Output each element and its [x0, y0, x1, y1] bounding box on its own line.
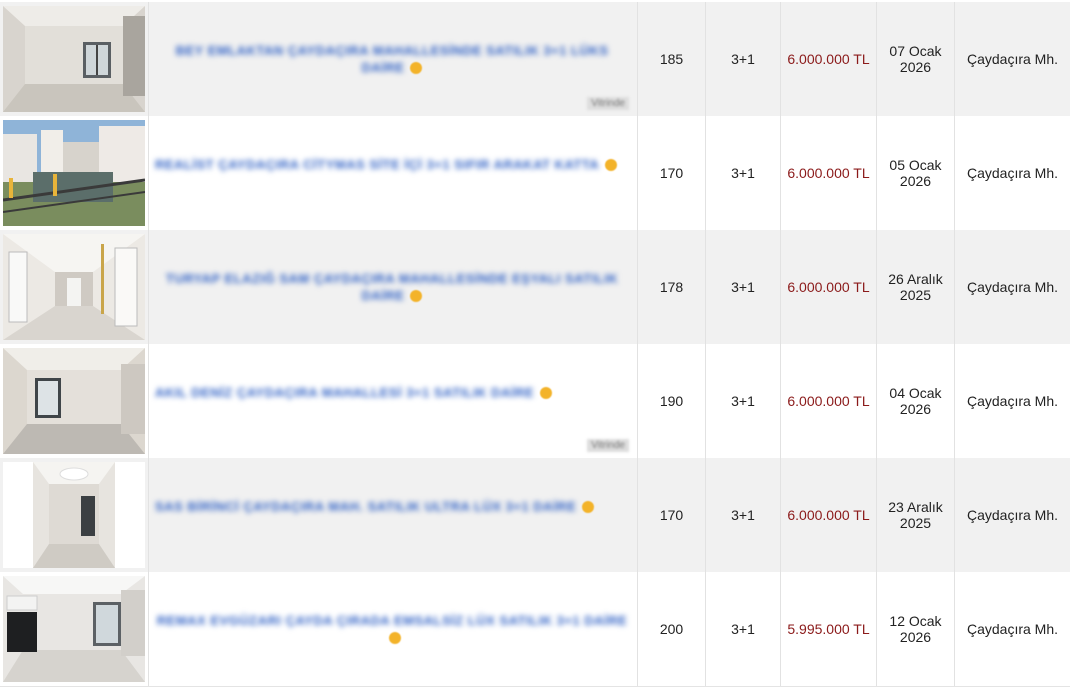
rooms-cell: 3+1 — [706, 230, 781, 344]
date-year: 2026 — [899, 401, 932, 417]
price-cell: 5.995.000 TL — [781, 572, 877, 686]
table-row[interactable]: REMAX EVGÜZARI ÇAYDA ÇIRADA EMSALSİZ LÜX… — [0, 572, 1070, 687]
date-day: 07 Ocak — [889, 43, 942, 59]
area-cell: 200 — [638, 572, 706, 686]
listing-title-wrap[interactable]: AKIL DENİZ ÇAYDAÇIRA MAHALLESİ 3+1 SATIL… — [155, 384, 553, 401]
listing-title[interactable]: TURYAP ELAZIĞ SAM ÇAYDAÇIRA MAHALLESİNDE… — [166, 271, 618, 303]
location-cell: Çaydaçıra Mh. — [966, 507, 1059, 523]
date-cell: 12 Ocak 2026 — [877, 572, 955, 686]
area-cell: 170 — [638, 116, 706, 230]
star-icon — [582, 501, 595, 514]
listing-title[interactable]: REMAX EVGÜZARI ÇAYDA ÇIRADA EMSALSİZ LÜX… — [157, 613, 627, 628]
thumbnail-cell[interactable] — [0, 116, 149, 230]
date-year: 2026 — [899, 629, 932, 645]
listing-title-wrap[interactable]: REMAX EVGÜZARI ÇAYDA ÇIRADA EMSALSİZ LÜX… — [155, 612, 629, 645]
listing-title[interactable]: REALİST ÇAYDAÇIRA CİTYMAS SİTE İÇİ 3+1 S… — [155, 157, 599, 172]
table-row[interactable]: AKIL DENİZ ÇAYDAÇIRA MAHALLESİ 3+1 SATIL… — [0, 344, 1070, 459]
thumbnail-cell[interactable] — [0, 230, 149, 344]
price-cell: 6.000.000 TL — [781, 2, 877, 116]
date-year: 2026 — [899, 173, 932, 189]
rooms-cell: 3+1 — [706, 344, 781, 458]
price-cell: 6.000.000 TL — [781, 344, 877, 458]
date-cell: 23 Aralık 2025 — [877, 458, 955, 572]
date-day: 04 Ocak — [889, 385, 942, 401]
star-icon — [410, 62, 423, 75]
rooms-cell: 3+1 — [706, 572, 781, 686]
thumbnail-cell[interactable] — [0, 2, 149, 116]
title-cell[interactable]: AKIL DENİZ ÇAYDAÇIRA MAHALLESİ 3+1 SATIL… — [149, 344, 638, 458]
area-cell: 185 — [638, 2, 706, 116]
date-cell: 07 Ocak 2026 — [877, 2, 955, 116]
date-year: 2025 — [899, 515, 932, 531]
location-cell: Çaydaçıra Mh. — [966, 279, 1059, 295]
date-year: 2025 — [899, 287, 932, 303]
title-cell[interactable]: REMAX EVGÜZARI ÇAYDA ÇIRADA EMSALSİZ LÜX… — [149, 572, 638, 686]
listing-thumbnail[interactable] — [3, 462, 145, 568]
listing-thumbnail[interactable] — [3, 234, 145, 340]
price-cell: 6.000.000 TL — [781, 230, 877, 344]
date-day: 26 Aralık — [888, 271, 943, 287]
area-cell: 190 — [638, 344, 706, 458]
location-cell: Çaydaçıra Mh. — [966, 393, 1059, 409]
table-row[interactable]: TURYAP ELAZIĞ SAM ÇAYDAÇIRA MAHALLESİNDE… — [0, 230, 1070, 345]
star-icon — [389, 632, 401, 645]
star-icon — [410, 290, 423, 303]
table-row[interactable]: SAS BİRİNCİ ÇAYDAÇIRA MAH. SATILIK ULTRA… — [0, 458, 1070, 573]
date-cell: 05 Ocak 2026 — [877, 116, 955, 230]
date-day: 23 Aralık — [888, 499, 943, 515]
table-row[interactable]: REALİST ÇAYDAÇIRA CİTYMAS SİTE İÇİ 3+1 S… — [0, 116, 1070, 231]
location-cell: Çaydaçıra Mh. — [966, 165, 1059, 181]
star-icon — [540, 387, 553, 400]
listing-thumbnail[interactable] — [3, 6, 145, 112]
featured-badge: Vitrinde — [587, 439, 629, 452]
date-cell: 04 Ocak 2026 — [877, 344, 955, 458]
listing-title-wrap[interactable]: SAS BİRİNCİ ÇAYDAÇIRA MAH. SATILIK ULTRA… — [155, 498, 595, 515]
rooms-cell: 3+1 — [706, 116, 781, 230]
featured-badge: Vitrinde — [587, 97, 629, 110]
listing-thumbnail[interactable] — [3, 348, 145, 454]
thumbnail-cell[interactable] — [0, 458, 149, 572]
listing-table: BEY EMLAKTAN ÇAYDAÇIRA MAHALLESİNDE SATI… — [0, 0, 1073, 687]
rooms-cell: 3+1 — [706, 2, 781, 116]
date-day: 12 Ocak — [889, 613, 942, 629]
thumbnail-cell[interactable] — [0, 572, 149, 686]
listing-title[interactable]: SAS BİRİNCİ ÇAYDAÇIRA MAH. SATILIK ULTRA… — [155, 499, 576, 514]
price-cell: 6.000.000 TL — [781, 116, 877, 230]
listing-title-wrap[interactable]: TURYAP ELAZIĞ SAM ÇAYDAÇIRA MAHALLESİNDE… — [155, 270, 629, 304]
price-cell: 6.000.000 TL — [781, 458, 877, 572]
listing-title[interactable]: AKIL DENİZ ÇAYDAÇIRA MAHALLESİ 3+1 SATIL… — [155, 385, 534, 400]
date-day: 05 Ocak — [889, 157, 942, 173]
listing-title-wrap[interactable]: REALİST ÇAYDAÇIRA CİTYMAS SİTE İÇİ 3+1 S… — [155, 156, 618, 173]
title-cell[interactable]: BEY EMLAKTAN ÇAYDAÇIRA MAHALLESİNDE SATI… — [149, 2, 638, 116]
title-cell[interactable]: REALİST ÇAYDAÇIRA CİTYMAS SİTE İÇİ 3+1 S… — [149, 116, 638, 230]
area-cell: 178 — [638, 230, 706, 344]
date-year: 2026 — [899, 59, 932, 75]
table-row[interactable]: BEY EMLAKTAN ÇAYDAÇIRA MAHALLESİNDE SATI… — [0, 2, 1070, 117]
title-cell[interactable]: TURYAP ELAZIĞ SAM ÇAYDAÇIRA MAHALLESİNDE… — [149, 230, 638, 344]
location-cell: Çaydaçıra Mh. — [966, 621, 1059, 637]
listing-thumbnail[interactable] — [3, 120, 145, 226]
date-cell: 26 Aralık 2025 — [877, 230, 955, 344]
star-icon — [605, 159, 618, 172]
title-cell[interactable]: SAS BİRİNCİ ÇAYDAÇIRA MAH. SATILIK ULTRA… — [149, 458, 638, 572]
area-cell: 170 — [638, 458, 706, 572]
listing-thumbnail[interactable] — [3, 576, 145, 682]
rooms-cell: 3+1 — [706, 458, 781, 572]
listing-title-wrap[interactable]: BEY EMLAKTAN ÇAYDAÇIRA MAHALLESİNDE SATI… — [155, 42, 629, 76]
listing-title[interactable]: BEY EMLAKTAN ÇAYDAÇIRA MAHALLESİNDE SATI… — [176, 43, 609, 75]
location-cell: Çaydaçıra Mh. — [966, 51, 1059, 67]
thumbnail-cell[interactable] — [0, 344, 149, 458]
